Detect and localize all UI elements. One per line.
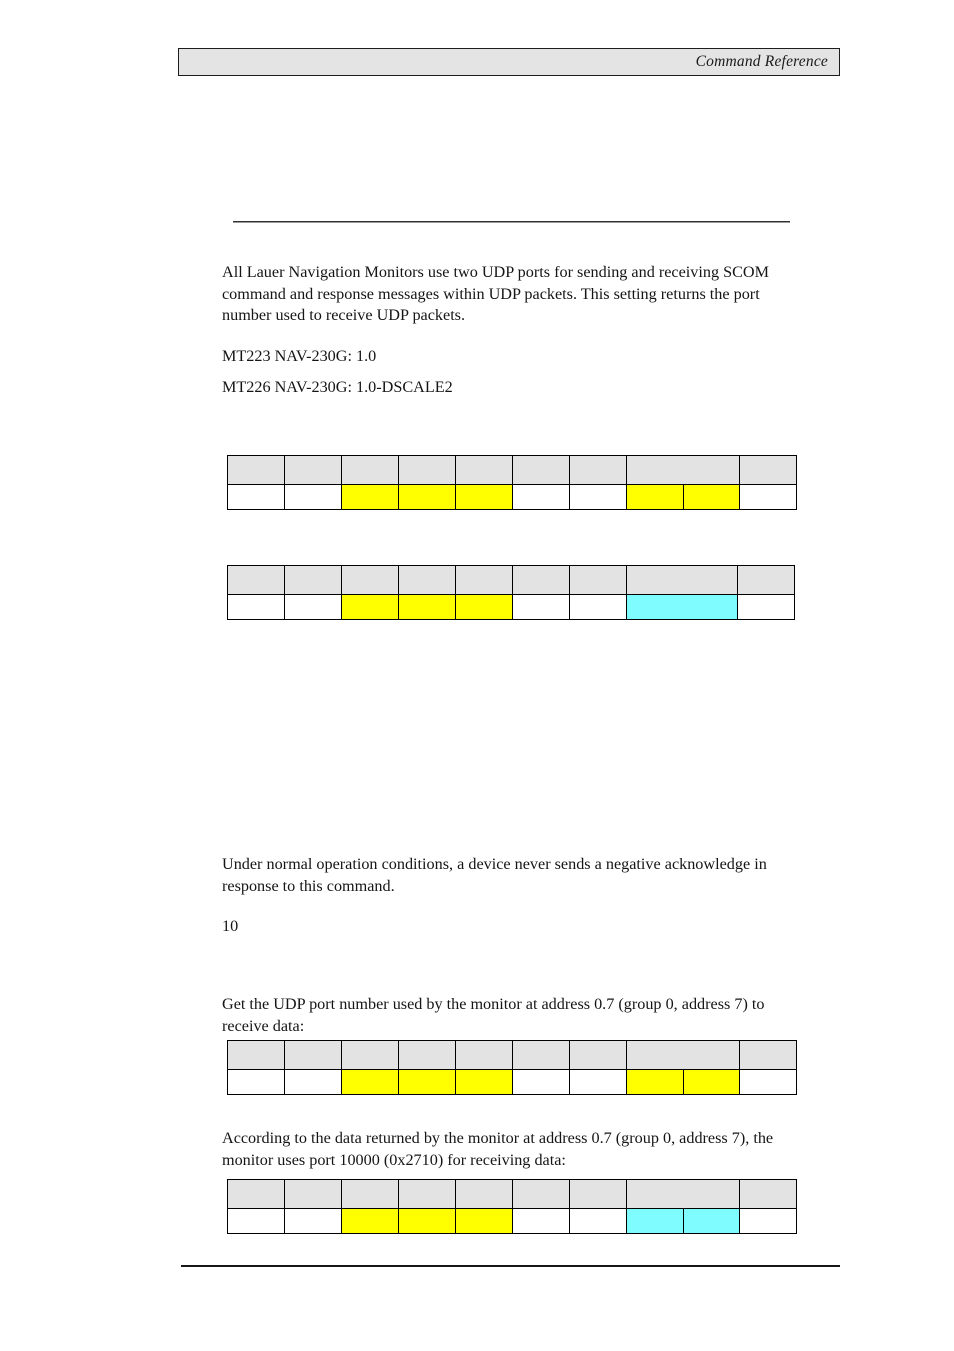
- frame-value-cell: [227, 594, 285, 620]
- request-frame-table: [227, 455, 797, 510]
- frame-value-cell: [569, 594, 627, 620]
- frame-header-cell: [398, 1179, 456, 1209]
- frame-value-cell-highlight: [626, 1208, 684, 1234]
- frame-value-cell: [569, 1069, 627, 1095]
- frame-header-cell: [569, 1040, 627, 1070]
- table-row: [227, 1040, 797, 1070]
- frame-value-cell-highlight: [455, 1069, 513, 1095]
- frame-header-cell: [227, 565, 285, 595]
- frame-header-cell: [398, 565, 456, 595]
- frame-header-cell: [626, 455, 740, 485]
- frame-header-cell: [398, 1040, 456, 1070]
- frame-value-cell: [512, 484, 570, 510]
- example-request-paragraph: Get the UDP port number used by the moni…: [222, 995, 765, 1035]
- frame-value-cell: [227, 484, 285, 510]
- frame-value-cell-highlight: [626, 484, 684, 510]
- frame-header-cell: [512, 1179, 570, 1209]
- footer-rule: [181, 1265, 840, 1267]
- negative-acknowledge-paragraph: Under normal operation conditions, a dev…: [222, 855, 767, 895]
- frame-header-cell: [739, 1179, 797, 1209]
- frame-value-cell-highlight: [682, 1069, 740, 1095]
- example-request-frame-table: [227, 1040, 797, 1095]
- frame-value-cell-highlight: [341, 1069, 399, 1095]
- table-row: [227, 484, 797, 510]
- frame-value-cell: [569, 484, 627, 510]
- frame-value-cell-highlight: [341, 484, 399, 510]
- frame-header-cell: [227, 1040, 285, 1070]
- frame-header-cell: [455, 565, 513, 595]
- frame-value-cell-highlight: [626, 594, 738, 620]
- frame-header-cell: [569, 565, 627, 595]
- frame-value-cell-highlight: [682, 484, 740, 510]
- running-header: Command Reference: [178, 48, 840, 76]
- table-row: [227, 455, 797, 485]
- frame-header-cell: [227, 455, 285, 485]
- frame-header-cell: [569, 455, 627, 485]
- count-value: 10: [222, 917, 239, 935]
- frame-value-cell: [227, 1069, 285, 1095]
- frame-header-cell: [227, 1179, 285, 1209]
- frame-value-cell-highlight: [341, 1208, 399, 1234]
- frame-header-cell: [341, 1040, 399, 1070]
- table-row: [227, 594, 795, 620]
- table-row: [227, 1179, 797, 1209]
- frame-value-cell: [284, 1208, 342, 1234]
- frame-value-cell: [739, 484, 797, 510]
- section-heading-rule: [233, 221, 790, 223]
- frame-header-cell: [512, 1040, 570, 1070]
- frame-value-cell-highlight: [398, 1069, 456, 1095]
- frame-value-cell: [739, 1069, 797, 1095]
- frame-header-cell: [455, 1179, 513, 1209]
- version-line-mt226: MT226 NAV-230G: 1.0-DSCALE2: [222, 378, 453, 396]
- document-page: Command Reference All Lauer Navigation M…: [0, 0, 954, 1351]
- table-row: [227, 1208, 797, 1234]
- frame-value-cell: [284, 1069, 342, 1095]
- table-row: [227, 565, 795, 595]
- frame-value-cell: [512, 594, 570, 620]
- frame-value-cell: [512, 1069, 570, 1095]
- frame-header-cell: [455, 1040, 513, 1070]
- frame-header-cell: [626, 1179, 740, 1209]
- frame-value-cell: [284, 594, 342, 620]
- table-row: [227, 1069, 797, 1095]
- frame-header-cell: [398, 455, 456, 485]
- frame-value-cell-highlight: [398, 484, 456, 510]
- frame-header-cell: [455, 455, 513, 485]
- frame-value-cell-highlight: [682, 1208, 740, 1234]
- frame-value-cell: [739, 1208, 797, 1234]
- version-line-mt223: MT223 NAV-230G: 1.0: [222, 347, 377, 365]
- example-response-paragraph: According to the data returned by the mo…: [222, 1129, 774, 1169]
- frame-header-cell: [341, 1179, 399, 1209]
- frame-header-cell: [737, 565, 795, 595]
- running-header-title: Command Reference: [695, 53, 828, 70]
- frame-header-cell: [626, 1040, 740, 1070]
- frame-header-cell: [284, 455, 342, 485]
- frame-value-cell: [227, 1208, 285, 1234]
- frame-header-cell: [284, 565, 342, 595]
- frame-header-cell: [341, 455, 399, 485]
- frame-value-cell-highlight: [455, 484, 513, 510]
- frame-value-cell-highlight: [455, 594, 513, 620]
- frame-value-cell-highlight: [626, 1069, 684, 1095]
- response-frame-table: [227, 565, 795, 620]
- frame-header-cell: [341, 565, 399, 595]
- frame-value-cell-highlight: [341, 594, 399, 620]
- frame-header-cell: [512, 565, 570, 595]
- frame-value-cell-highlight: [398, 594, 456, 620]
- frame-header-cell: [739, 455, 797, 485]
- frame-header-cell: [739, 1040, 797, 1070]
- frame-header-cell: [569, 1179, 627, 1209]
- frame-header-cell: [626, 565, 738, 595]
- frame-value-cell: [512, 1208, 570, 1234]
- example-response-frame-table: [227, 1179, 797, 1234]
- frame-value-cell: [737, 594, 795, 620]
- frame-header-cell: [284, 1040, 342, 1070]
- frame-value-cell: [284, 484, 342, 510]
- intro-paragraph: All Lauer Navigation Monitors use two UD…: [222, 263, 769, 325]
- frame-header-cell: [512, 455, 570, 485]
- frame-value-cell-highlight: [455, 1208, 513, 1234]
- frame-value-cell: [569, 1208, 627, 1234]
- frame-header-cell: [284, 1179, 342, 1209]
- frame-value-cell-highlight: [398, 1208, 456, 1234]
